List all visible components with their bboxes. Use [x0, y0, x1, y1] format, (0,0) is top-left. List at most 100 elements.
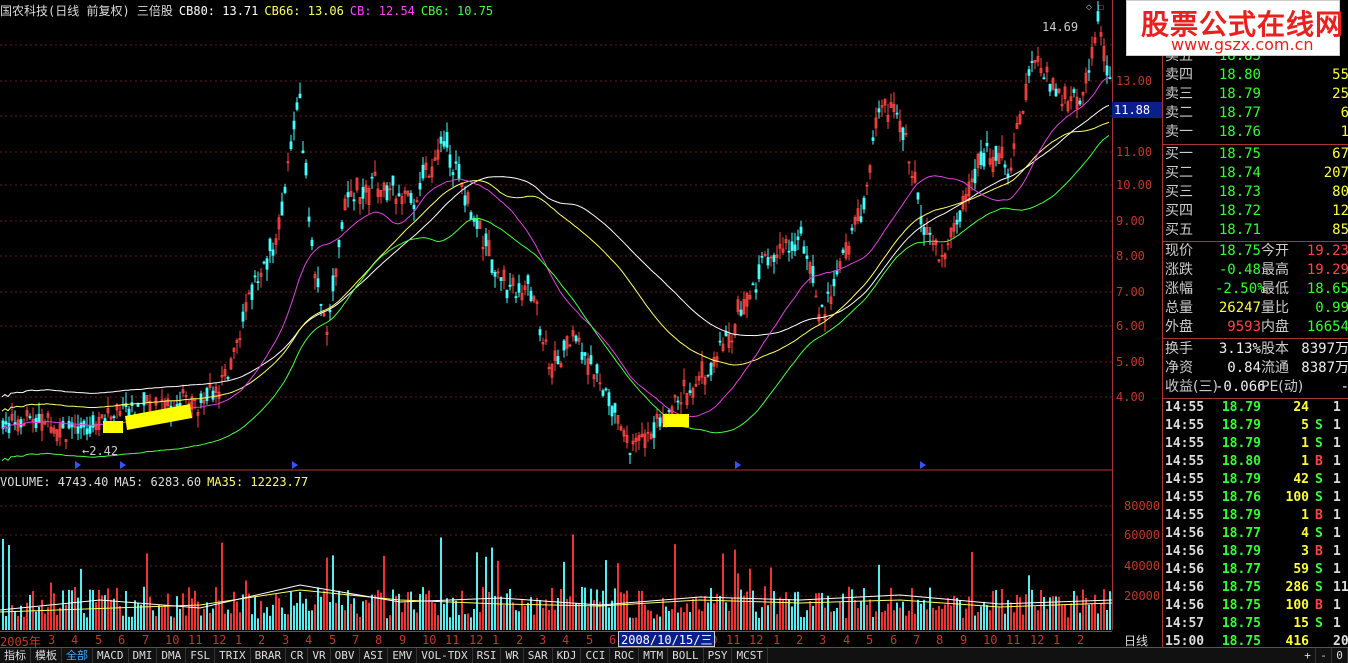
volume-bar [422, 587, 424, 630]
date-tick-label: 12 [1030, 633, 1045, 647]
tab-kdj[interactable]: KDJ [553, 647, 582, 663]
volume-bar [992, 591, 994, 630]
tab-asi[interactable]: ASI [360, 647, 389, 663]
volume-bar [542, 607, 544, 630]
volume-bar [500, 596, 502, 630]
candle-body [262, 261, 266, 264]
tab-emv[interactable]: EMV [388, 647, 418, 663]
candle-body [421, 164, 425, 179]
volume-bar [584, 587, 586, 630]
trade-count: 20 [1333, 634, 1348, 649]
price-tick-label: 7.00 [1116, 285, 1145, 299]
volume-bar [809, 600, 811, 630]
date-tick-label: 8 [375, 633, 383, 647]
volume-bar [89, 589, 91, 630]
tab-brar[interactable]: BRAR [251, 647, 287, 663]
tab-indicator[interactable]: 指标 [0, 647, 31, 663]
trade-count: 1 [1333, 508, 1341, 523]
quote-value: 16654 [1306, 319, 1348, 335]
candle-body [589, 355, 593, 365]
candle-body [409, 193, 413, 204]
order-price: 18.72 [1218, 203, 1261, 219]
tab-dma[interactable]: DMA [157, 647, 187, 663]
volume-bar [614, 588, 616, 630]
tab-obv[interactable]: OBV [331, 647, 360, 663]
volume-bar [65, 604, 67, 630]
date-tick-label: 1 [773, 633, 781, 647]
volume-bar [926, 609, 928, 630]
tab-vol-tdx[interactable]: VOL-TDX [417, 647, 473, 663]
volume-bar [734, 549, 736, 630]
tab-wr[interactable]: WR [501, 647, 524, 663]
date-tick-label: 12 [749, 633, 764, 647]
date-tick-label: 9 [399, 633, 407, 647]
tab-mcst[interactable]: MCST [732, 647, 768, 663]
candle-body [4, 421, 8, 425]
volume-bar [512, 602, 514, 630]
candle-body [1042, 77, 1046, 80]
tab-all[interactable]: 全部 [62, 647, 93, 663]
low-price-marker: ←2.42 [82, 444, 119, 458]
volume-bar [398, 593, 400, 630]
candle-body [391, 175, 395, 186]
tab-cr[interactable]: CR [286, 647, 309, 663]
volume-bar [767, 605, 769, 630]
candle-body [772, 254, 776, 262]
chart-window-controls[interactable]: ◇ ☐ [1086, 2, 1104, 13]
trade-count: 1 [1333, 544, 1341, 559]
volume-bar [803, 617, 805, 630]
tab-boll[interactable]: BOLL [668, 647, 704, 663]
candle-body [508, 284, 512, 287]
candle-body [517, 283, 521, 293]
tab-cci[interactable]: CCI [581, 647, 611, 663]
tab-mtm[interactable]: MTM [639, 647, 669, 663]
volume-bar [461, 590, 463, 630]
watermark-url: www.gszx.com.cn [1171, 35, 1314, 54]
fundamental-label: 换手 [1165, 341, 1193, 357]
volume-bar [683, 612, 685, 630]
candle-body [841, 249, 845, 253]
tick-trade-row: 14:56 18.75 100 B 1 [1163, 597, 1348, 615]
tab-dmi[interactable]: DMI [129, 647, 158, 663]
trade-volume: 1 [1301, 454, 1309, 469]
tick-trade-row: 14:56 18.77 59 S 1 [1163, 561, 1348, 579]
order-book-sell-row: 卖四 18.80 55 [1163, 66, 1348, 85]
volume-bar [872, 616, 874, 630]
date-tick-label: 9 [960, 633, 968, 647]
tab-trix[interactable]: TRIX [215, 647, 251, 663]
tab-rsi[interactable]: RSI [473, 647, 502, 663]
volume-bar [854, 599, 856, 630]
kline-svg[interactable] [0, 0, 1112, 631]
volume-bar [185, 615, 187, 630]
trade-price: 18.75 [1221, 616, 1261, 631]
tab-fsl[interactable]: FSL [186, 647, 216, 663]
tab-psy[interactable]: PSY [704, 647, 733, 663]
volume-bar [401, 612, 403, 630]
tab-roc[interactable]: ROC [610, 647, 640, 663]
volume-bar [827, 595, 829, 630]
quote-side-panel: 卖五 18.83 卖四 18.80 55 卖三 18.79 25 卖二 18.77 6 卖一 18.76… [1162, 0, 1348, 649]
volume-bar [218, 600, 220, 630]
tab-template[interactable]: 模板 [31, 647, 62, 663]
tab-sar[interactable]: SAR [524, 647, 553, 663]
order-level-label: 卖一 [1165, 124, 1193, 140]
cb80-value: CB80: 13.71 [178, 4, 259, 18]
candle-body [832, 278, 836, 287]
volume-bar [17, 615, 19, 630]
volume-bar [368, 602, 370, 630]
kline-chart-area[interactable] [0, 0, 1112, 630]
quote-label: 外盘 [1165, 319, 1193, 335]
tab-vr[interactable]: VR [308, 647, 331, 663]
volume-bar [953, 595, 955, 630]
tab-macd[interactable]: MACD [93, 647, 129, 663]
candle-body [814, 295, 818, 298]
volume-bar [857, 608, 859, 630]
order-level-label: 卖四 [1165, 67, 1193, 83]
volume-bar [878, 564, 880, 630]
candle-body [370, 176, 374, 179]
trade-time: 14:55 [1165, 508, 1205, 523]
volume-bar [221, 542, 223, 630]
candle-body [112, 416, 116, 418]
volume-bar [278, 598, 280, 630]
volume-bar [1085, 597, 1087, 630]
